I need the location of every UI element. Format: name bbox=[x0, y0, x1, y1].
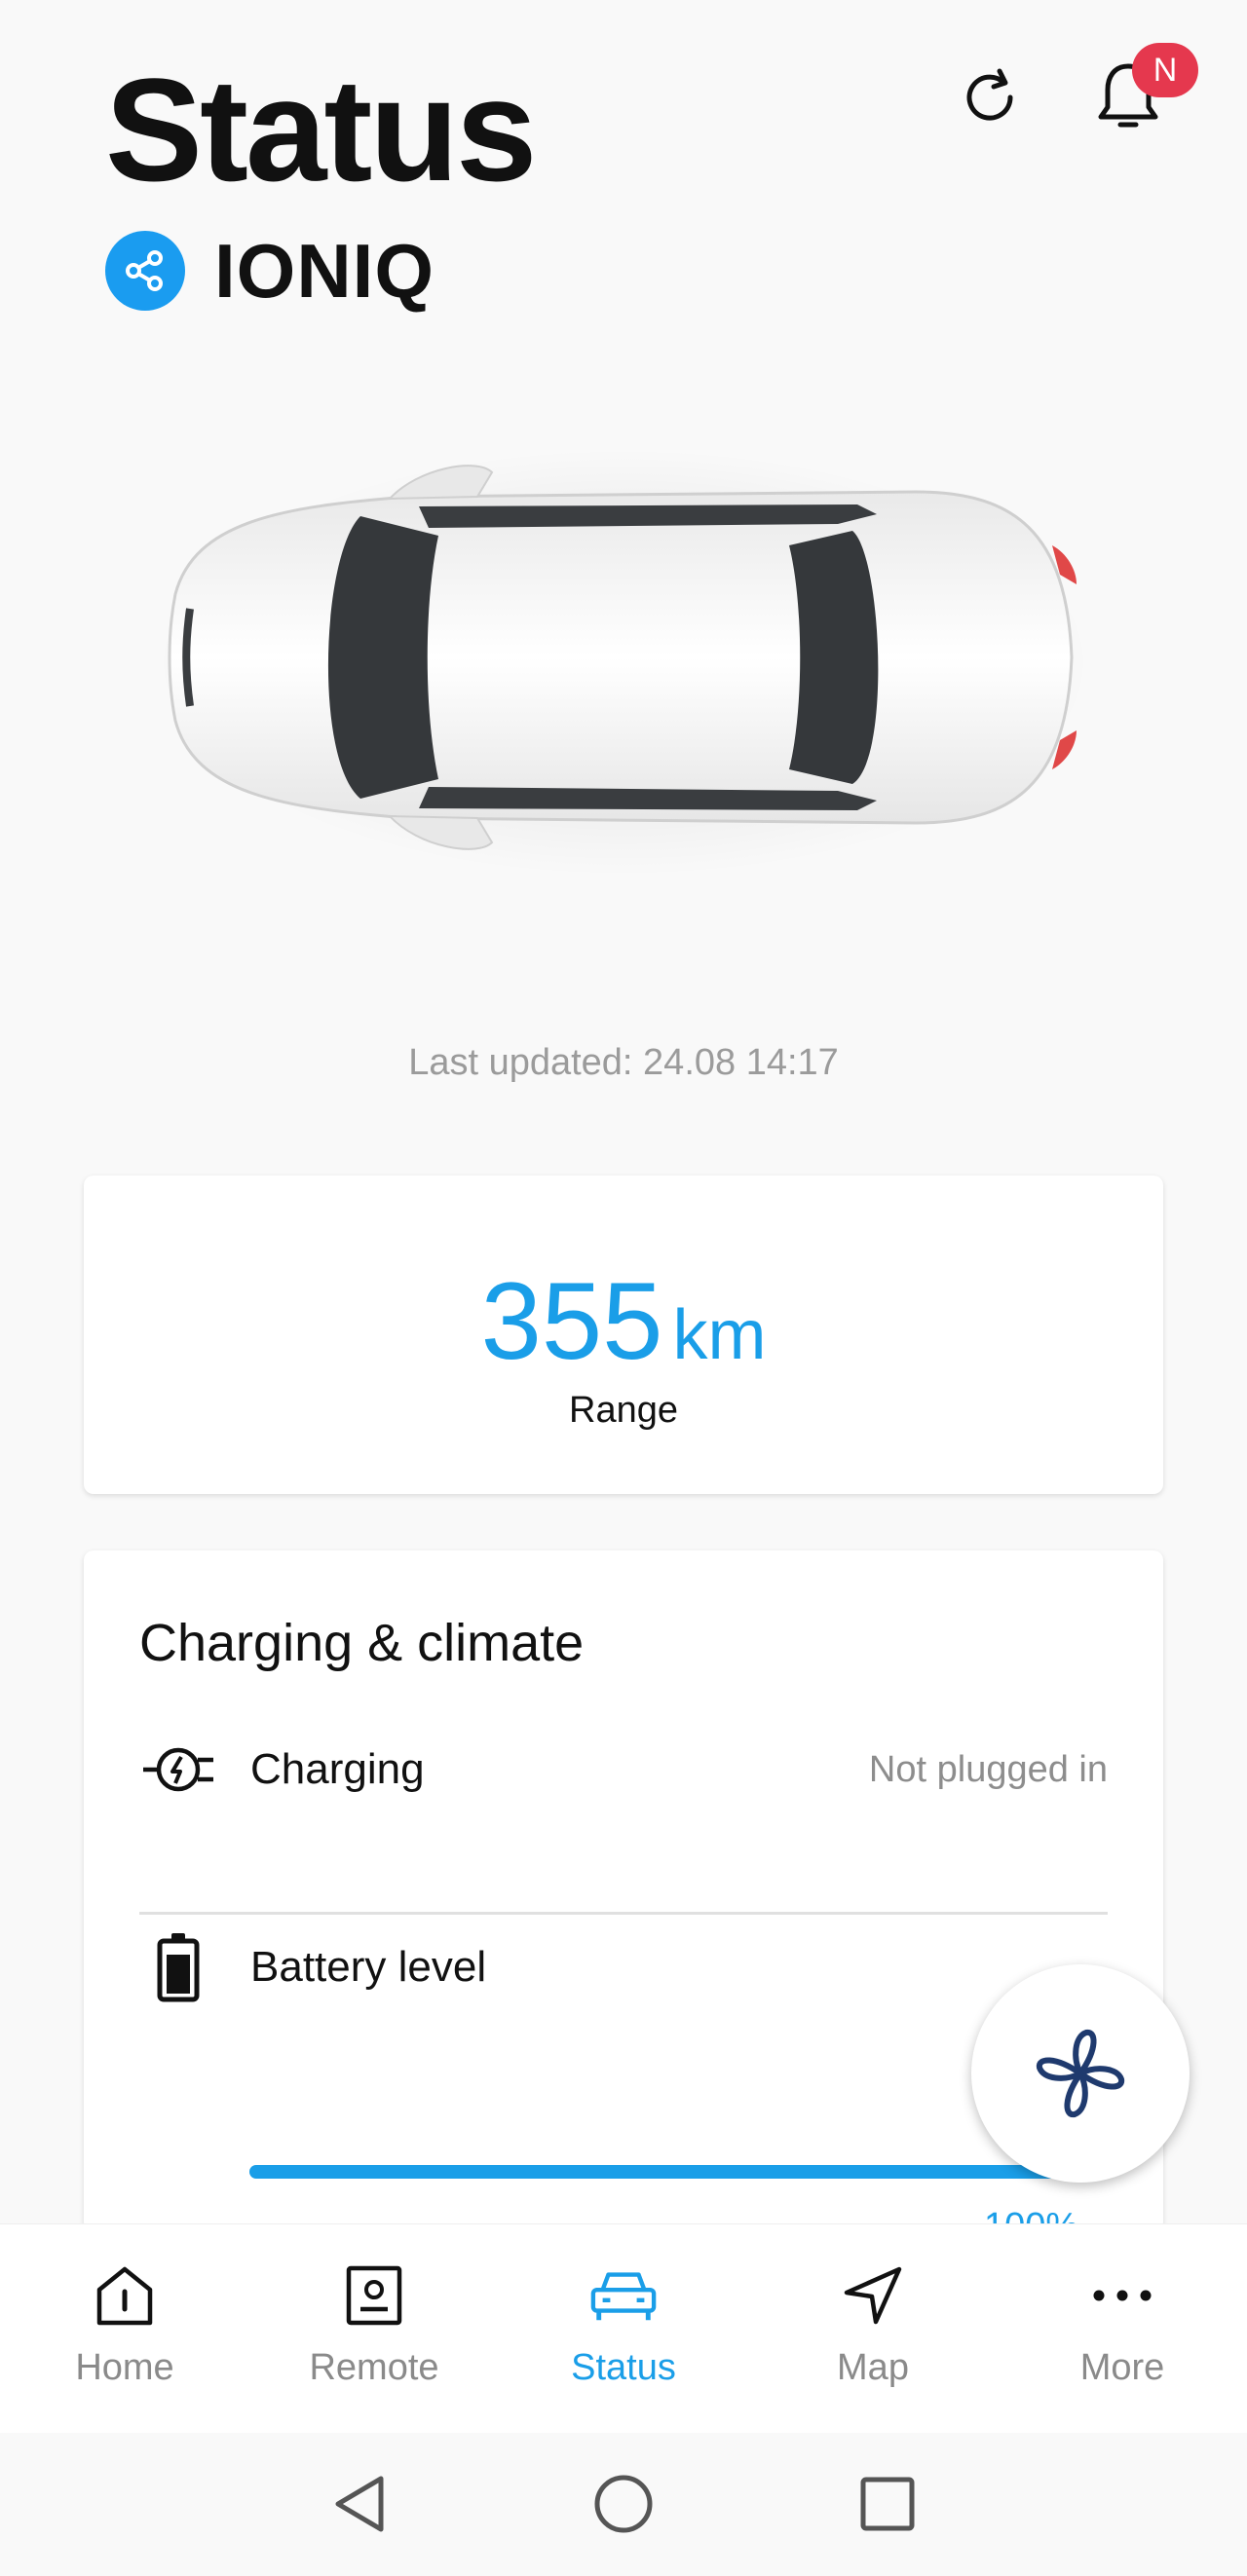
climate-fan-button[interactable] bbox=[971, 1964, 1190, 2183]
charging-status: Not plugged in bbox=[868, 1748, 1108, 1790]
charging-label: Charging bbox=[250, 1745, 425, 1793]
battery-icon bbox=[139, 1928, 217, 2006]
car-icon bbox=[589, 2261, 658, 2330]
range-card: 355 km Range bbox=[84, 1176, 1163, 1494]
remote-icon bbox=[340, 2261, 408, 2330]
recents-button[interactable] bbox=[855, 2472, 920, 2536]
card-title: Charging & climate bbox=[139, 1614, 585, 1672]
nav-item-status[interactable]: Status bbox=[499, 2224, 748, 2433]
refresh-button[interactable] bbox=[951, 58, 1029, 136]
refresh-icon bbox=[966, 68, 1013, 121]
home-system-button[interactable] bbox=[591, 2472, 656, 2536]
vehicle-name: IONIQ bbox=[214, 227, 435, 314]
range-unit: km bbox=[672, 1296, 767, 1374]
battery-progress-fill bbox=[249, 2165, 1058, 2179]
bottom-nav: Home Remote Status Map More bbox=[0, 2223, 1247, 2433]
page-title: Status bbox=[105, 48, 537, 211]
range-display: 355 km bbox=[84, 1258, 1163, 1384]
recents-square-icon bbox=[860, 2477, 915, 2531]
nav-item-more[interactable]: More bbox=[998, 2224, 1247, 2433]
back-button[interactable] bbox=[327, 2472, 392, 2536]
nav-label-home: Home bbox=[75, 2347, 174, 2388]
notification-badge: N bbox=[1132, 43, 1198, 97]
nav-item-home[interactable]: Home bbox=[0, 2224, 249, 2433]
navigation-icon bbox=[839, 2261, 907, 2330]
back-triangle-icon bbox=[335, 2476, 384, 2532]
range-value: 355 bbox=[480, 1260, 663, 1382]
vehicle-selector: IONIQ bbox=[105, 228, 435, 314]
nav-label-more: More bbox=[1079, 2347, 1165, 2388]
home-circle-icon bbox=[594, 2475, 653, 2533]
share-icon bbox=[126, 250, 163, 291]
battery-progress-bar bbox=[249, 2165, 1058, 2179]
nav-item-map[interactable]: Map bbox=[748, 2224, 998, 2433]
charging-plug-icon bbox=[139, 1731, 217, 1809]
car-top-view-image bbox=[156, 448, 1091, 877]
battery-label: Battery level bbox=[250, 1943, 487, 1991]
nav-label-remote: Remote bbox=[309, 2347, 439, 2388]
share-button[interactable] bbox=[105, 231, 185, 311]
nav-label-status: Status bbox=[571, 2347, 676, 2388]
charging-row[interactable]: Charging Not plugged in bbox=[139, 1726, 1108, 1813]
nav-item-remote[interactable]: Remote bbox=[249, 2224, 499, 2433]
system-navigation-bar bbox=[0, 2433, 1247, 2576]
fan-icon bbox=[1036, 2029, 1125, 2118]
divider bbox=[139, 1912, 1108, 1915]
last-updated-text: Last updated: 24.08 14:17 bbox=[408, 1042, 839, 1083]
home-icon bbox=[91, 2261, 159, 2330]
battery-row[interactable]: Battery level bbox=[139, 1923, 1108, 2011]
range-label: Range bbox=[569, 1390, 678, 1431]
nav-label-map: Map bbox=[837, 2347, 909, 2388]
more-icon bbox=[1088, 2261, 1156, 2330]
